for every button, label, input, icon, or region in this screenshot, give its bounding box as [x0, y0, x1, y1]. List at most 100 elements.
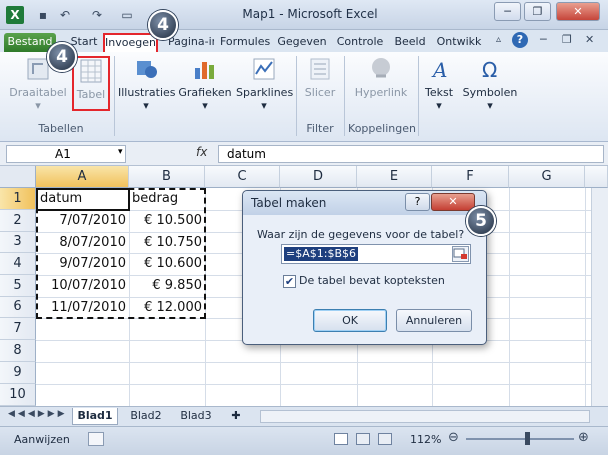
- dropdown-arrow-icon: ▾: [202, 99, 208, 112]
- row-header-8[interactable]: 8: [0, 340, 36, 362]
- table-label: Tabel: [76, 88, 106, 101]
- illustrations-label: Illustraties: [118, 86, 176, 99]
- symbols-label: Symbolen: [462, 86, 518, 99]
- page-break-view-icon[interactable]: [378, 433, 392, 445]
- help-icon[interactable]: ?: [512, 32, 528, 48]
- charts-button[interactable]: Grafieken ▾: [178, 56, 232, 116]
- dialog-help-button[interactable]: ?: [405, 193, 430, 211]
- hyperlink-button[interactable]: Hyperlink: [350, 56, 412, 116]
- column-header-c[interactable]: C: [205, 166, 280, 188]
- row-header-6[interactable]: 6: [0, 297, 36, 318]
- insert-sheet-icon[interactable]: ✚: [226, 408, 246, 425]
- sparklines-label: Sparklines: [236, 86, 294, 99]
- zoom-in-icon[interactable]: ⊕: [578, 430, 589, 445]
- svg-text:Ω: Ω: [482, 58, 497, 82]
- zoom-slider-thumb[interactable]: [525, 432, 530, 445]
- tab-data[interactable]: Gegeven: [277, 33, 327, 52]
- macro-record-icon[interactable]: [88, 432, 104, 446]
- zoom-out-icon[interactable]: ⊖: [448, 430, 459, 445]
- dropdown-arrow-icon: ▾: [143, 99, 149, 112]
- redo-icon[interactable]: ↷: [88, 6, 106, 24]
- save-icon[interactable]: ▪: [34, 6, 52, 24]
- column-header-e[interactable]: E: [357, 166, 432, 188]
- column-header-filler: [585, 166, 608, 188]
- row-header-2[interactable]: 2: [0, 210, 36, 232]
- has-headers-label[interactable]: De tabel bevat kopteksten: [299, 274, 445, 287]
- charts-icon: [195, 62, 214, 79]
- workbook-close-icon[interactable]: ✕: [585, 33, 594, 46]
- range-picker-icon: [453, 248, 467, 259]
- name-box[interactable]: A1: [6, 145, 126, 163]
- hyperlink-label: Hyperlink: [354, 86, 408, 99]
- collapse-dialog-icon[interactable]: [452, 246, 469, 262]
- slicer-button[interactable]: Slicer: [300, 56, 340, 116]
- workbook-minimize-icon[interactable]: ─: [540, 33, 547, 46]
- restore-button[interactable]: ❐: [524, 2, 551, 21]
- slicer-icon: [310, 58, 330, 80]
- sparklines-icon: [253, 58, 275, 80]
- text-icon: A: [431, 58, 447, 82]
- tab-page-layout[interactable]: Pagina-ir: [168, 33, 214, 52]
- vertical-scrollbar[interactable]: [591, 188, 608, 406]
- row-header-7[interactable]: 7: [0, 318, 36, 340]
- row-header-4[interactable]: 4: [0, 253, 36, 275]
- ok-button[interactable]: OK: [313, 309, 387, 332]
- text-button[interactable]: A Tekst ▾: [420, 56, 458, 116]
- sheet-nav-icons[interactable]: ◀◀◀▶▶▶: [8, 409, 68, 419]
- sheet-tab-blad1[interactable]: Blad1: [72, 408, 118, 425]
- status-text: Aanwijzen: [14, 433, 70, 446]
- pivot-table-label: Draaitabel: [9, 86, 67, 99]
- minimize-button[interactable]: ─: [494, 2, 521, 21]
- horizontal-scrollbar[interactable]: [260, 410, 590, 423]
- create-table-dialog: Tabel maken ? ✕ Waar zijn de gegevens vo…: [242, 190, 487, 345]
- normal-view-icon[interactable]: [334, 433, 348, 445]
- group-separator: [418, 56, 419, 136]
- zoom-slider[interactable]: [466, 438, 574, 440]
- illustrations-button[interactable]: Illustraties ▾: [118, 56, 176, 116]
- column-header-d[interactable]: D: [280, 166, 357, 188]
- row-header-1[interactable]: 1: [0, 188, 36, 210]
- column-header-g[interactable]: G: [509, 166, 585, 188]
- tab-developer[interactable]: Ontwikk: [434, 33, 484, 52]
- close-button[interactable]: ✕: [556, 2, 600, 21]
- table-button[interactable]: Tabel: [72, 56, 110, 111]
- sparklines-button[interactable]: Sparklines ▾: [236, 56, 294, 116]
- title-bar: X ▪ ↶ ↷ ▭ Map1 - Microsoft Excel ─ ❐ ✕: [0, 0, 608, 30]
- symbols-button[interactable]: Ω Symbolen ▾: [462, 56, 518, 116]
- formula-input[interactable]: datum: [218, 145, 604, 163]
- ribbon-collapse-icon[interactable]: ▵: [496, 34, 501, 45]
- undo-icon[interactable]: ↶: [56, 6, 74, 24]
- name-box-dropdown-icon[interactable]: ▾: [118, 147, 123, 157]
- tab-view[interactable]: Beeld: [392, 33, 428, 52]
- excel-logo-icon[interactable]: X: [6, 6, 24, 24]
- tab-insert[interactable]: Invoegen: [103, 33, 158, 52]
- row-header-9[interactable]: 9: [0, 362, 36, 384]
- status-bar: Aanwijzen 112% ⊖ ⊕: [0, 426, 608, 455]
- column-header-b[interactable]: B: [129, 166, 205, 188]
- insert-function-button[interactable]: fx: [196, 145, 207, 159]
- tab-formulas[interactable]: Formules: [220, 33, 270, 52]
- sheet-tab-bar: ◀◀◀▶▶▶ Blad1 Blad2 Blad3 ✚: [0, 406, 608, 426]
- sheet-tab-blad2[interactable]: Blad2: [124, 408, 168, 425]
- svg-text:A: A: [431, 58, 447, 82]
- range-input[interactable]: =$A$1:$B$6: [281, 244, 471, 264]
- row-header-10[interactable]: 10: [0, 384, 36, 406]
- print-preview-icon[interactable]: ▭: [118, 6, 136, 24]
- select-all-corner[interactable]: [0, 166, 36, 188]
- column-header-a[interactable]: A: [36, 166, 129, 188]
- formula-bar: A1 ▾ fx datum: [0, 142, 608, 166]
- row-header-5[interactable]: 5: [0, 275, 36, 297]
- cancel-button[interactable]: Annuleren: [396, 309, 472, 332]
- has-headers-checkbox[interactable]: ✔: [283, 275, 296, 288]
- dropdown-arrow-icon: ▾: [261, 99, 267, 112]
- column-header-f[interactable]: F: [432, 166, 509, 188]
- tab-review[interactable]: Controle: [335, 33, 385, 52]
- sheet-tab-blad3[interactable]: Blad3: [174, 408, 218, 425]
- page-layout-view-icon[interactable]: [356, 433, 370, 445]
- workbook-restore-icon[interactable]: ❐: [562, 33, 572, 46]
- dialog-close-button[interactable]: ✕: [431, 193, 475, 211]
- zoom-level[interactable]: 112%: [410, 433, 441, 446]
- dropdown-arrow-icon: ▾: [35, 99, 41, 112]
- group-separator: [344, 56, 345, 136]
- row-header-3[interactable]: 3: [0, 232, 36, 253]
